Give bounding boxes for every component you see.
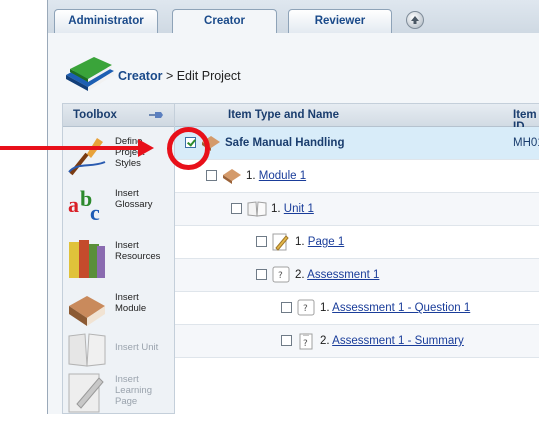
row-number: 1. <box>246 170 256 182</box>
tab-creator[interactable]: Creator <box>172 9 277 34</box>
row-name: Safe Manual Handling <box>225 137 345 149</box>
grid-header: Item Type and Name Item ID <box>175 104 539 133</box>
module-book-icon <box>223 169 241 184</box>
tool-insert-glossary[interactable]: a b c Insert Glossary <box>67 184 173 236</box>
row-link[interactable]: Assessment 1 - Question 1 <box>332 302 470 314</box>
breadcrumb-section[interactable]: Creator <box>118 69 162 83</box>
breadcrumb-separator: > <box>162 69 177 83</box>
abc-glossary-icon: a b c <box>68 186 100 225</box>
row-link[interactable]: Module 1 <box>259 170 306 182</box>
tool-insert-resources[interactable]: Insert Resources <box>67 236 173 288</box>
tool-define-project-styles[interactable]: Define Project Styles <box>67 132 173 184</box>
tree-row-page[interactable]: 1. Page 1 <box>175 226 539 259</box>
summary-clipboard-icon: ? <box>299 333 313 350</box>
row-link[interactable]: Assessment 1 - Summary <box>332 335 464 347</box>
question-bubble-icon: ? <box>272 266 290 283</box>
row-text: 1. Assessment 1 - Question 1 <box>320 302 470 314</box>
tab-reviewer[interactable]: Reviewer <box>288 9 392 33</box>
binders-icon <box>69 240 105 278</box>
svg-text:?: ? <box>303 304 308 314</box>
tab-administrator[interactable]: Administrator <box>54 9 158 33</box>
row-link[interactable]: Assessment 1 <box>307 269 379 281</box>
row-checkbox[interactable] <box>256 236 267 247</box>
row-text: 1. Unit 1 <box>271 203 314 215</box>
svg-text:a: a <box>68 192 79 217</box>
row-text: 1. Page 1 <box>295 236 344 248</box>
pin-icon[interactable] <box>148 109 164 121</box>
paintbrush-icon <box>68 138 106 176</box>
row-checkbox[interactable] <box>256 269 267 280</box>
row-number: 1. <box>295 236 305 248</box>
tree-row-question[interactable]: ? 1. Assessment 1 - Question 1 <box>175 292 539 325</box>
annotation-arrow <box>0 146 140 150</box>
row-item-id: MH01 <box>513 137 539 149</box>
tree-row-unit[interactable]: 1. Unit 1 <box>175 193 539 226</box>
row-link[interactable]: Page 1 <box>308 236 344 248</box>
column-header-item-type[interactable]: Item Type and Name <box>228 109 339 121</box>
tool-label: Insert Module <box>115 292 147 314</box>
books-logo-icon <box>66 57 114 91</box>
tool-label: Insert Unit <box>115 342 159 353</box>
svg-text:?: ? <box>278 271 283 281</box>
tree-row-module[interactable]: 1. Module 1 <box>175 160 539 193</box>
annotation-circle <box>167 127 210 170</box>
toolbox-header: Toolbox <box>63 104 174 127</box>
row-number: 1. <box>271 203 281 215</box>
row-checkbox[interactable] <box>281 335 292 346</box>
tree-row-assessment[interactable]: ? 2. Assessment 1 <box>175 259 539 292</box>
pencil-page-icon <box>272 233 289 251</box>
question-bubble-icon: ? <box>297 299 315 316</box>
tool-label: Insert Resources <box>115 240 161 262</box>
tree-row-summary[interactable]: ? 2. Assessment 1 - Summary <box>175 325 539 358</box>
project-tree-grid: Item Type and Name Item ID Safe Manual H… <box>175 103 539 415</box>
tab-bar: Administrator Creator Reviewer <box>48 0 539 34</box>
annotation-arrow-head <box>138 139 154 157</box>
row-text: 1. Module 1 <box>246 170 306 182</box>
tool-label: Insert Learning Page <box>115 374 152 407</box>
row-checkbox[interactable] <box>281 302 292 313</box>
svg-text:?: ? <box>303 339 308 349</box>
breadcrumb: Creator > Edit Project <box>118 69 241 83</box>
svg-text:c: c <box>90 200 100 225</box>
tree-row-project[interactable]: Safe Manual Handling MH01 <box>175 127 539 160</box>
toolbox-title: Toolbox <box>73 109 117 121</box>
row-checkbox[interactable] <box>206 170 217 181</box>
row-text: 2. Assessment 1 <box>295 269 379 281</box>
page-header: Creator > Edit Project <box>48 33 539 99</box>
app-frame: Administrator Creator Reviewer Creator >… <box>47 0 539 415</box>
up-arrow-icon[interactable] <box>406 11 424 29</box>
row-link[interactable]: Unit 1 <box>284 203 314 215</box>
tool-label: Insert Glossary <box>115 188 153 210</box>
row-number: 1. <box>320 302 330 314</box>
open-book-icon <box>247 201 267 217</box>
row-number: 2. <box>295 269 305 281</box>
breadcrumb-page: Edit Project <box>176 69 241 83</box>
tool-insert-learning-page: Insert Learning Page <box>67 370 173 422</box>
row-text: 2. Assessment 1 - Summary <box>320 335 464 347</box>
open-book-icon <box>68 333 106 367</box>
row-number: 2. <box>320 335 330 347</box>
row-checkbox[interactable] <box>231 203 242 214</box>
pencil-page-icon <box>68 373 104 413</box>
